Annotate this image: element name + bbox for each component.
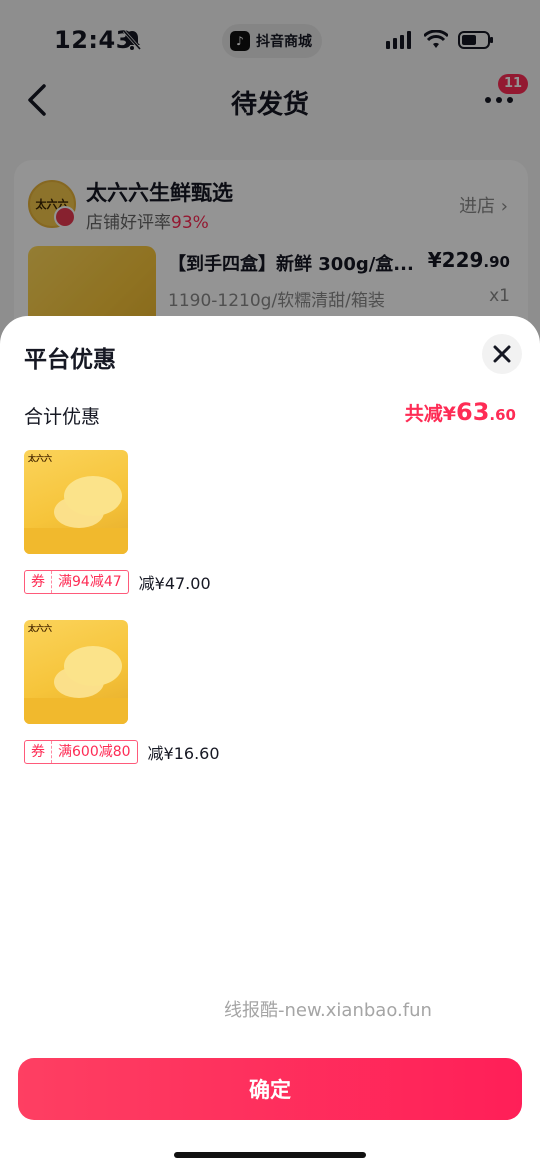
platform-discount-sheet: 平台优惠 合计优惠 共减¥63.60 太六六 券 满94减47 减¥47.00 … [0,316,540,1170]
product-image-band [24,698,128,724]
coupon-item: 太六六 券 满600减80 减¥16.60 [24,620,524,764]
durian-flesh-graphic [64,646,122,686]
product-image-logo-mark: 太六六 [28,624,52,633]
sheet-title: 平台优惠 [24,347,116,373]
coupon-row: 券 满94减47 减¥47.00 [24,570,524,594]
home-indicator [174,1152,366,1158]
close-button[interactable] [482,334,522,374]
coupon-kind: 券 [25,741,52,763]
summary-decimal: .60 [489,406,516,424]
coupon-condition: 满600减80 [58,744,131,760]
coupon-product-image: 太六六 [24,620,128,724]
confirm-button[interactable]: 确定 [18,1058,522,1120]
coupon-tag: 券 满600减80 [24,740,138,764]
coupon-tag: 券 满94减47 [24,570,129,594]
watermark-text: 线报酷-new.xianbao.fun [224,1000,432,1021]
coupon-amount: 减¥16.60 [147,744,220,763]
summary-prefix: 共减 [404,403,443,425]
product-image-band [24,528,128,554]
coupon-row: 券 满600减80 减¥16.60 [24,740,524,764]
close-icon [493,345,511,363]
summary-label: 合计优惠 [24,406,101,428]
coupon-condition: 满94减47 [58,574,122,590]
coupon-amount: 减¥47.00 [138,574,211,593]
coupon-item: 太六六 券 满94减47 减¥47.00 [24,450,524,594]
summary-total: 共减¥63.60 [405,398,516,426]
durian-flesh-graphic [64,476,122,516]
summary-symbol: ¥ [442,403,457,425]
coupon-product-image: 太六六 [24,450,128,554]
product-image-logo-mark: 太六六 [28,454,52,463]
coupon-kind: 券 [25,571,52,593]
summary-integer: 63 [456,398,490,426]
